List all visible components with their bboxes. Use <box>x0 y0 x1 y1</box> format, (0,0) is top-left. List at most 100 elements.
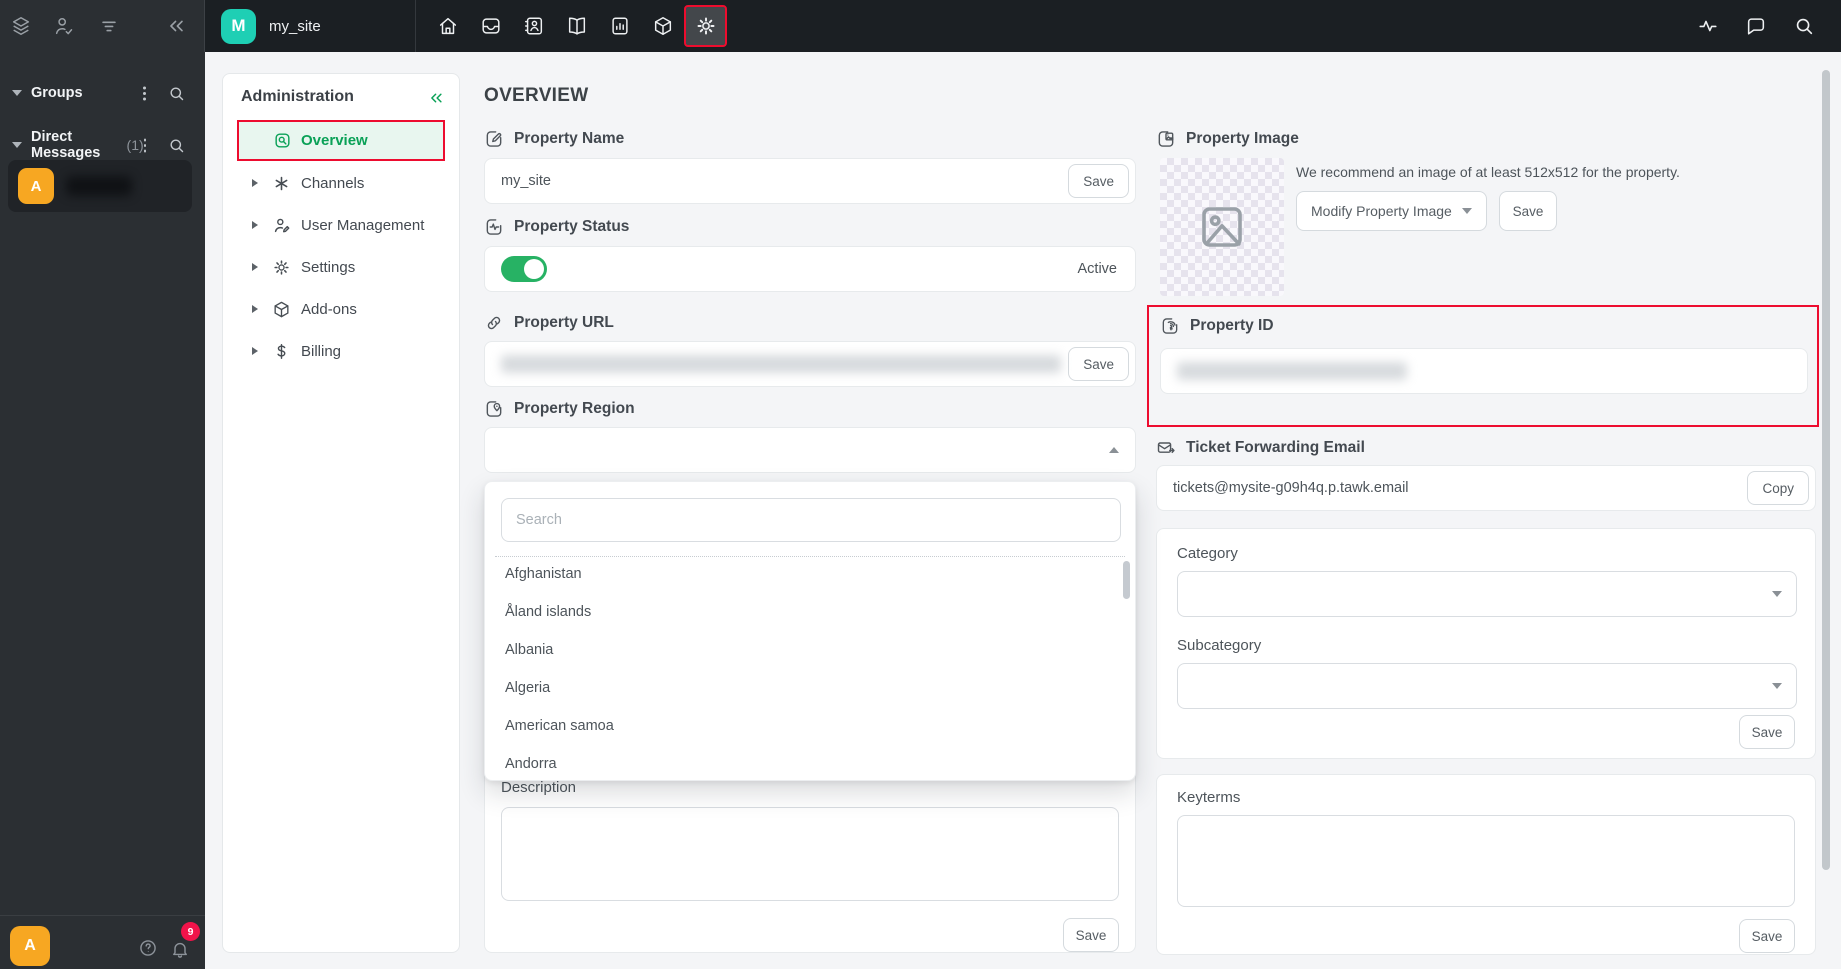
region-search-input[interactable] <box>501 498 1121 542</box>
collapse-sidebar-icon[interactable] <box>165 15 187 37</box>
notification-badge: 9 <box>181 922 200 941</box>
property-status-toggle[interactable] <box>501 256 547 282</box>
region-option[interactable]: Afghanistan <box>485 555 1125 593</box>
groups-label: Groups <box>31 85 83 101</box>
ticket-email-field: tickets@mysite-g09h4q.p.tawk.email Copy <box>1156 465 1816 511</box>
menu-item-label: Billing <box>301 342 342 360</box>
subcategory-select[interactable] <box>1177 663 1797 709</box>
menu-item-user-management[interactable]: User Management <box>223 205 461 245</box>
property-image-hint: We recommend an image of at least 512x51… <box>1296 164 1680 180</box>
ticket-email-value[interactable]: tickets@mysite-g09h4q.p.tawk.email <box>1173 480 1747 496</box>
property-status-label: Property Status <box>484 217 629 237</box>
menu-item-overview[interactable]: Overview <box>239 122 443 159</box>
settings-icon <box>272 258 291 277</box>
contacts-icon[interactable] <box>523 15 545 37</box>
home-icon[interactable] <box>437 15 459 37</box>
menu-item-settings[interactable]: Settings <box>223 247 461 287</box>
property-image-label: Property Image <box>1156 129 1299 149</box>
chevron-right-icon <box>252 263 258 271</box>
property-url-save-button[interactable]: Save <box>1068 347 1129 381</box>
main-scrollbar[interactable] <box>1822 70 1830 870</box>
groups-search-icon[interactable] <box>168 85 185 102</box>
dropdown-scrollbar[interactable] <box>1123 561 1130 599</box>
layers-icon[interactable] <box>10 15 32 37</box>
category-save-button[interactable]: Save <box>1739 715 1795 749</box>
property-image-save-button[interactable]: Save <box>1499 191 1557 231</box>
property-id-label: Property ID <box>1160 316 1274 336</box>
activity-icon[interactable] <box>1697 15 1719 37</box>
groups-kebab-icon[interactable] <box>143 91 146 95</box>
groups-header[interactable]: Groups <box>0 80 205 106</box>
property-status-field: Active <box>484 246 1136 292</box>
current-user-avatar[interactable]: A <box>10 926 50 966</box>
description-textarea[interactable] <box>501 807 1119 901</box>
region-option[interactable]: Andorra <box>485 745 1125 780</box>
region-option[interactable]: Albania <box>485 631 1125 669</box>
description-save-button[interactable]: Save <box>1063 918 1119 952</box>
keyterms-save-button[interactable]: Save <box>1739 919 1795 953</box>
region-dropdown: Afghanistan Åland islands Albania Algeri… <box>484 481 1136 781</box>
agent-check-icon[interactable] <box>53 15 75 37</box>
property-name-label: Property Name <box>484 129 624 149</box>
collapse-panel-icon[interactable] <box>427 89 445 107</box>
menu-item-channels[interactable]: Channels <box>223 163 461 203</box>
fingerprint-square-icon <box>1160 316 1180 336</box>
direct-messages-label: Direct Messages <box>31 129 101 161</box>
direct-messages-header[interactable]: Direct Messages (1) <box>0 129 205 161</box>
mail-forward-icon <box>1156 438 1176 458</box>
workspace-switcher[interactable]: M my_site <box>205 0 416 52</box>
region-option[interactable]: American samoa <box>485 707 1125 745</box>
property-url-label: Property URL <box>484 313 614 333</box>
edit-square-icon <box>484 129 504 149</box>
chevron-down-icon <box>1461 208 1472 214</box>
description-label: Description <box>501 779 577 796</box>
property-name-value[interactable]: my_site <box>501 173 1068 189</box>
keyterms-textarea[interactable] <box>1177 815 1795 907</box>
dm-search-icon[interactable] <box>168 137 185 154</box>
menu-item-addons[interactable]: Add-ons <box>223 289 461 329</box>
category-select[interactable] <box>1177 571 1797 617</box>
property-id-value-redacted <box>1177 362 1407 380</box>
addons-icon[interactable] <box>652 15 674 37</box>
dm-name-redacted <box>66 176 132 196</box>
property-name-save-button[interactable]: Save <box>1068 164 1129 198</box>
inbox-icon[interactable] <box>480 15 502 37</box>
chevron-down-icon <box>1772 591 1782 597</box>
settings-nav-active annotation-highlight-settings[interactable] <box>684 5 727 47</box>
chevron-down-icon[interactable] <box>12 90 22 96</box>
property-url-value-redacted[interactable] <box>501 355 1068 373</box>
menu-item-billing[interactable]: Billing <box>223 331 461 371</box>
property-name-field: my_site Save <box>484 158 1136 204</box>
map-pin-square-icon <box>484 399 504 419</box>
search-icon[interactable] <box>1793 15 1815 37</box>
help-icon[interactable] <box>138 938 158 958</box>
menu-item-label: Overview <box>301 132 368 149</box>
reporting-icon[interactable] <box>609 15 631 37</box>
dm-list-item[interactable]: A <box>8 160 192 212</box>
dm-avatar: A <box>18 168 54 204</box>
topbar-nav <box>416 0 674 52</box>
addons-package-icon <box>272 300 291 319</box>
chevron-down-icon[interactable] <box>12 142 22 148</box>
topbar-rail-section <box>0 0 205 52</box>
sidebar: Groups Direct Messages (1) A A 9 <box>0 52 205 969</box>
keyterms-label: Keyterms <box>1177 789 1241 806</box>
ticket-email-copy-button[interactable]: Copy <box>1747 471 1809 505</box>
overview-icon <box>273 131 292 150</box>
region-option[interactable]: Åland islands <box>485 593 1125 631</box>
dm-kebab-icon[interactable] <box>143 143 146 147</box>
notifications-bell-icon[interactable] <box>170 939 190 959</box>
administration-title: Administration <box>241 88 354 105</box>
messages-icon[interactable] <box>1745 15 1767 37</box>
property-region-select[interactable] <box>484 427 1136 473</box>
filter-icon[interactable] <box>98 15 120 37</box>
category-label: Category <box>1177 545 1238 562</box>
administration-panel: Administration Overview Channels User Ma… <box>222 73 460 953</box>
modify-property-image-button[interactable]: Modify Property Image <box>1296 191 1487 231</box>
knowledge-base-icon[interactable] <box>566 15 588 37</box>
user-management-icon <box>272 216 291 235</box>
property-id-field[interactable] <box>1160 348 1808 394</box>
region-option[interactable]: Algeria <box>485 669 1125 707</box>
workspace-name: my_site <box>269 17 321 35</box>
billing-dollar-icon <box>272 342 291 361</box>
